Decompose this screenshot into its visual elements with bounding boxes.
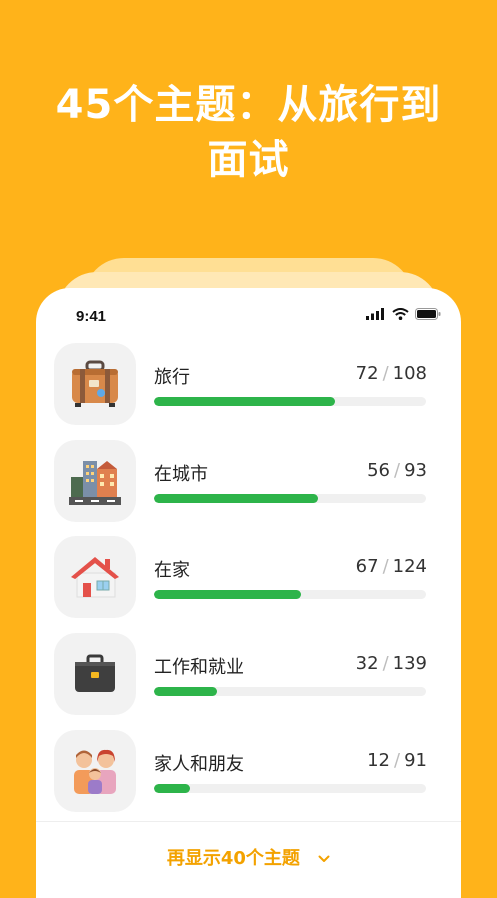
phone-screen: 9:41 旅行 72 / 108 在城市 56 / 93 在家 67 / 124… xyxy=(36,288,461,898)
show-more-button[interactable]: 再显示40个主题 xyxy=(36,844,461,870)
topic-label: 旅行 xyxy=(154,367,190,388)
progress-bar xyxy=(154,687,426,696)
topic-row-home[interactable]: 在家 67/124 xyxy=(54,536,434,618)
topic-count: 72/108 xyxy=(356,363,427,384)
topic-count-total: 93 xyxy=(404,460,427,481)
show-more-label: 再显示40个主题 xyxy=(166,848,300,869)
topic-count: 12/91 xyxy=(367,750,427,771)
headline: 45个主题：从旅行到 面试 xyxy=(0,78,497,188)
count-separator: / xyxy=(394,750,401,771)
progress-fill xyxy=(154,784,190,793)
city-icon xyxy=(69,461,121,505)
progress-bar xyxy=(154,784,426,793)
topic-count-total: 108 xyxy=(392,363,427,384)
divider xyxy=(36,821,461,822)
headline-line-2: 面试 xyxy=(207,137,290,183)
headline-line-1: 45个主题：从旅行到 xyxy=(55,82,442,128)
topic-label: 家人和朋友 xyxy=(154,754,244,775)
topic-row-travel[interactable]: 旅行 72/108 xyxy=(54,343,434,425)
topic-count: 32/139 xyxy=(356,653,427,674)
topic-count-done: 67 xyxy=(355,556,379,577)
battery-icon xyxy=(415,308,441,320)
topic-label: 在家 xyxy=(154,560,190,581)
topic-count-total: 124 xyxy=(392,556,427,577)
briefcase-icon xyxy=(75,654,115,692)
count-separator: / xyxy=(382,363,389,384)
progress-fill xyxy=(154,590,301,599)
topic-count: 67/124 xyxy=(356,556,427,577)
status-bar: 9:41 xyxy=(36,288,461,338)
topic-count-done: 32 xyxy=(355,653,379,674)
topic-icon-tile xyxy=(54,536,136,618)
topic-count-done: 12 xyxy=(367,750,391,771)
topic-icon-tile xyxy=(54,440,136,522)
wifi-icon xyxy=(392,308,409,320)
topic-icon-tile xyxy=(54,730,136,812)
signal-icon xyxy=(366,308,384,320)
topic-count-total: 91 xyxy=(404,750,427,771)
progress-fill xyxy=(154,397,336,406)
house-icon xyxy=(71,557,119,598)
topic-row-work[interactable]: 工作和就业 32/139 xyxy=(54,633,434,715)
progress-bar xyxy=(154,397,426,406)
progress-bar xyxy=(154,590,426,599)
topic-row-family[interactable]: 家人和朋友 12/91 xyxy=(54,730,434,812)
status-time: 9:41 xyxy=(76,308,107,325)
suitcase-icon xyxy=(72,360,118,407)
progress-fill xyxy=(154,687,217,696)
topic-count-done: 72 xyxy=(355,363,379,384)
topic-count-done: 56 xyxy=(367,460,391,481)
progress-fill xyxy=(154,494,318,503)
topic-icon-tile xyxy=(54,343,136,425)
topic-label: 工作和就业 xyxy=(154,657,244,678)
topic-count-total: 139 xyxy=(392,653,427,674)
family-icon xyxy=(74,749,116,794)
topic-icon-tile xyxy=(54,633,136,715)
topic-count: 56/93 xyxy=(367,460,427,481)
count-separator: / xyxy=(382,653,389,674)
count-separator: / xyxy=(382,556,389,577)
topic-label: 在城市 xyxy=(154,464,208,485)
count-separator: / xyxy=(394,460,401,481)
chevron-down-icon xyxy=(318,855,330,862)
progress-bar xyxy=(154,494,426,503)
topic-row-city[interactable]: 在城市 56/93 xyxy=(54,440,434,522)
